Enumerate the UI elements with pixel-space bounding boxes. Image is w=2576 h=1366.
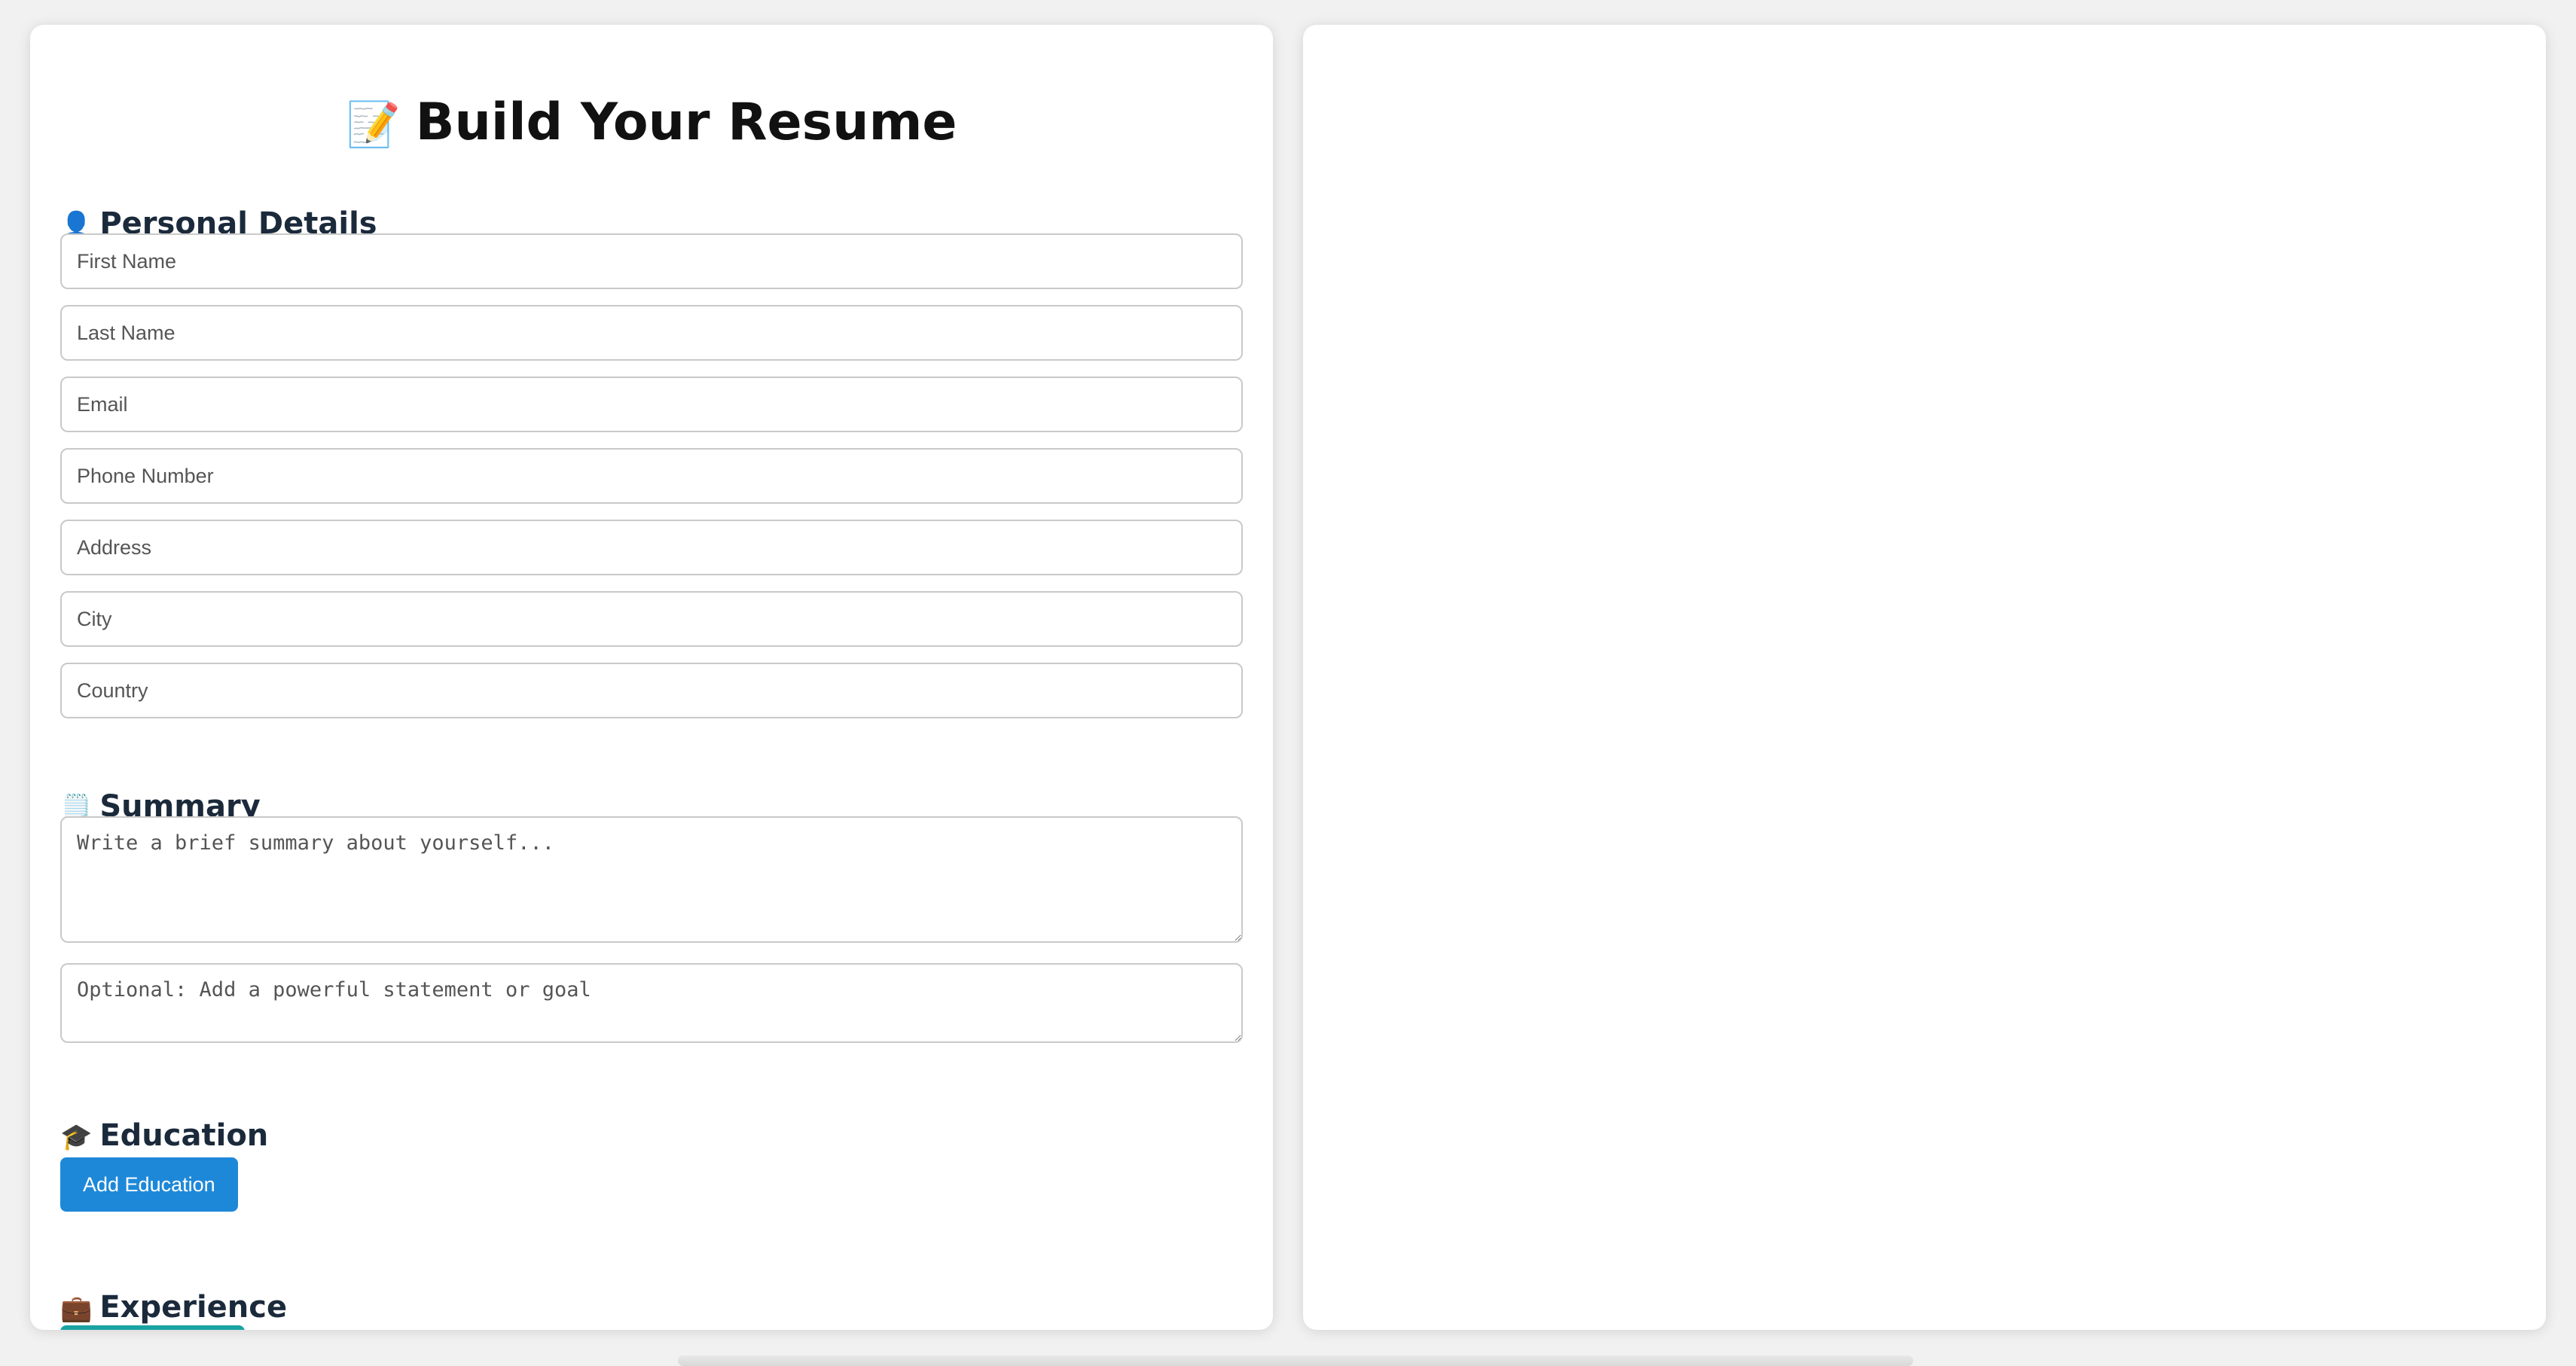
experience-heading: 💼 Experience [60,1286,287,1328]
summary-textarea[interactable] [60,816,1243,943]
briefcase-icon: 💼 [60,1294,93,1324]
last-name-input[interactable] [60,305,1243,361]
add-education-button[interactable]: Add Education [60,1157,238,1212]
email-input[interactable] [60,377,1243,432]
address-input[interactable] [60,520,1243,575]
graduation-cap-icon: 🎓 [60,1122,93,1152]
city-input[interactable] [60,591,1243,647]
memo-pencil-icon: 📝 [346,99,401,150]
education-heading: 🎓 Education [60,1114,268,1157]
phone-number-input[interactable] [60,448,1243,504]
first-name-input[interactable] [60,233,1243,289]
resume-form-panel: 📝Build Your Resume 👤Personal Details 🗒️S… [30,25,1273,1330]
page-title: 📝 Build Your Resume [30,85,1273,160]
statement-textarea[interactable] [60,963,1243,1043]
add-experience-button[interactable] [60,1325,245,1330]
education-heading-text: Education [99,1118,269,1153]
page-title-text: Build Your Resume [415,93,957,152]
resume-preview-panel [1303,25,2546,1330]
resume-builder-page: 📝Build Your Resume 👤Personal Details 🗒️S… [0,0,2576,1366]
bottom-shadow [678,1355,1913,1366]
experience-heading-text: Experience [99,1290,288,1325]
country-input[interactable] [60,663,1243,718]
